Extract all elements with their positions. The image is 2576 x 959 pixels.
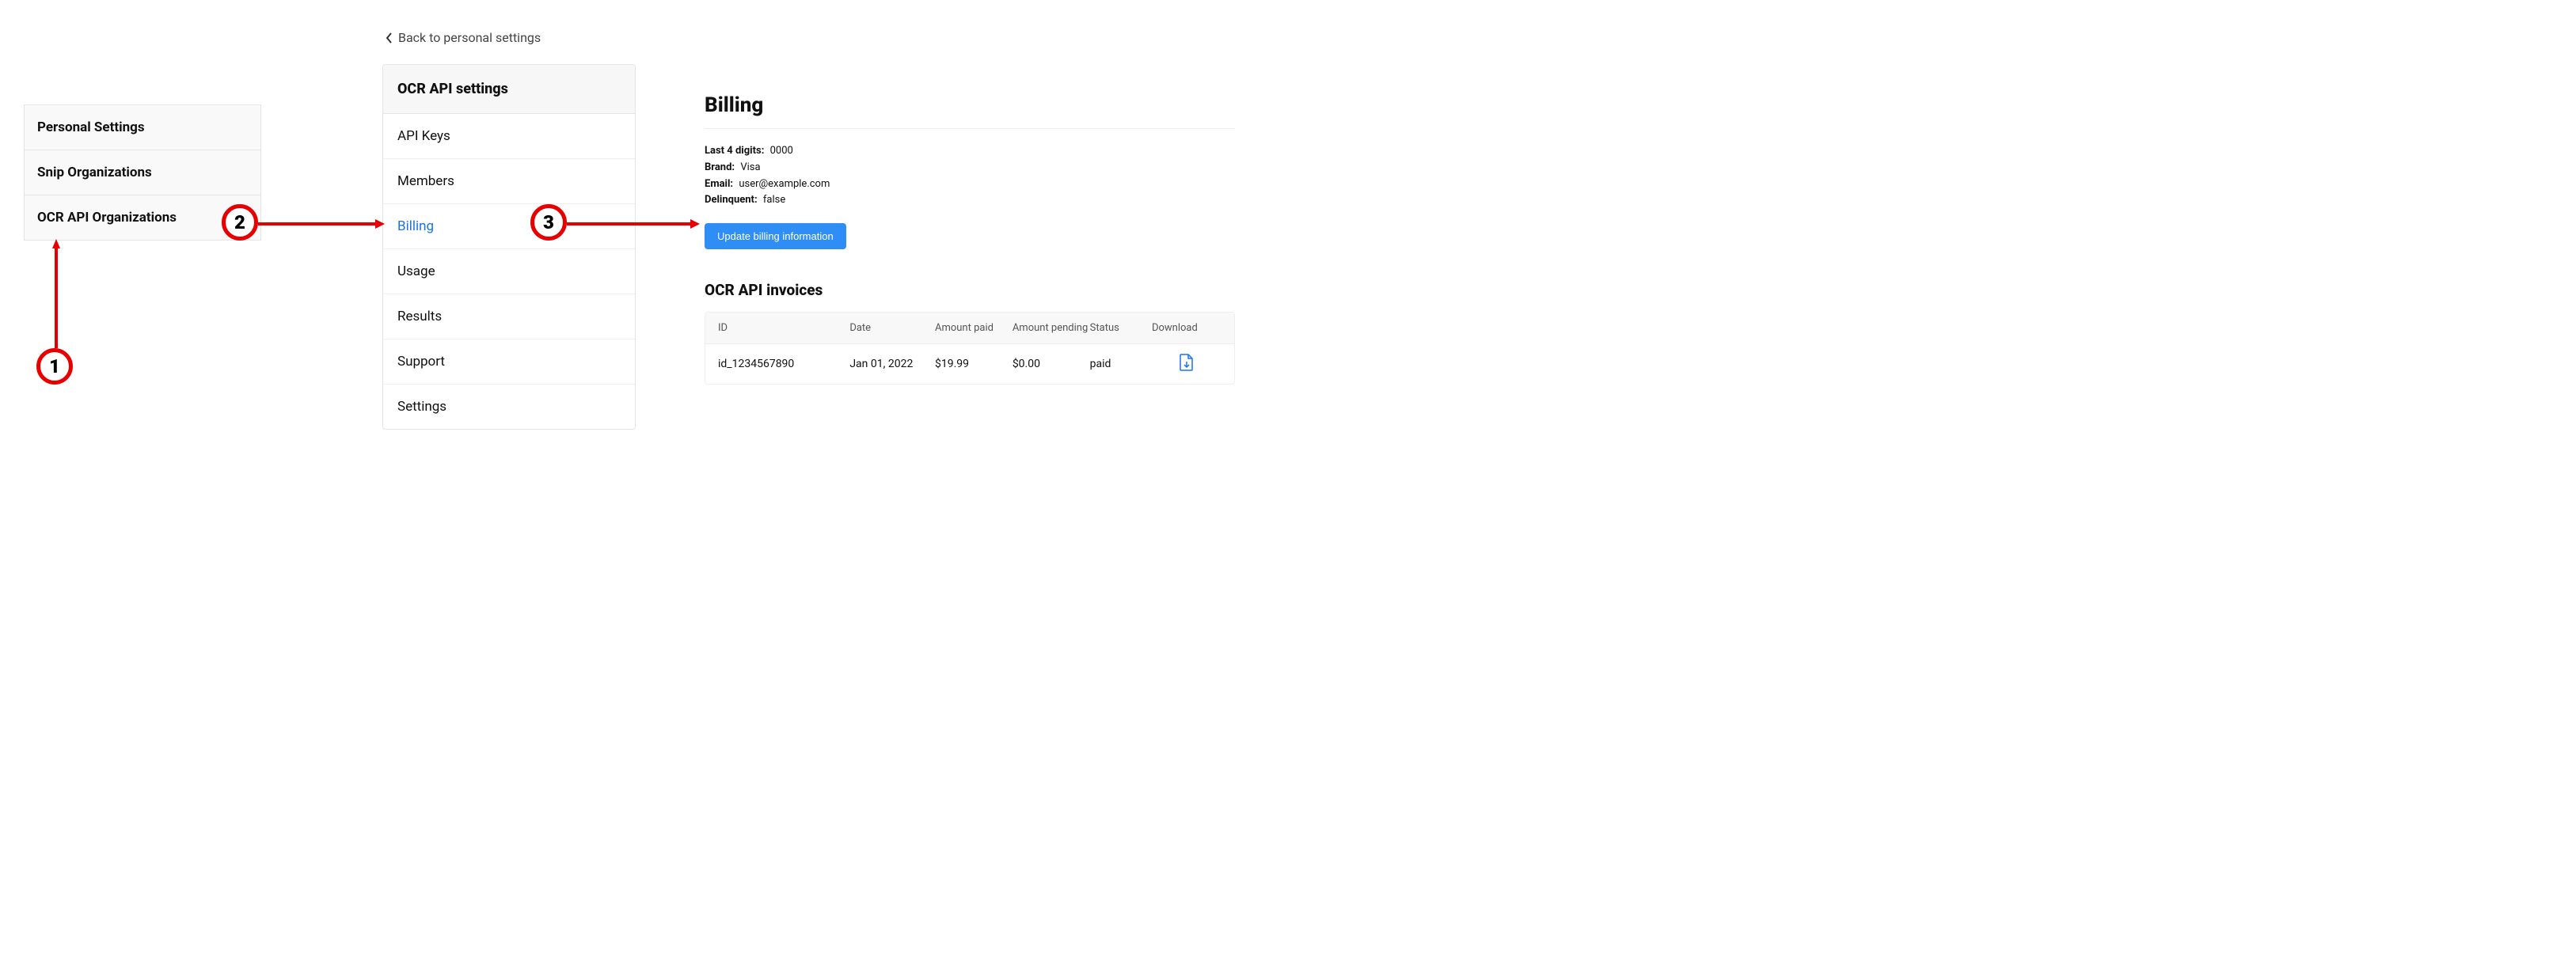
arrow-3 — [567, 218, 700, 229]
invoice-id: id_1234567890 — [718, 358, 849, 370]
chevron-left-icon — [386, 32, 393, 44]
step-3-badge: 3 — [530, 204, 567, 241]
back-to-personal-settings-link[interactable]: Back to personal settings — [382, 30, 541, 45]
col-id: ID — [718, 322, 849, 334]
ocr-api-settings-header: OCR API settings — [383, 65, 635, 114]
invoices-title: OCR API invoices — [705, 281, 1235, 299]
col-status: Status — [1090, 322, 1152, 334]
billing-panel: Billing Last 4 digits: 0000 Brand: Visa … — [705, 93, 1235, 385]
sidebar-item-usage[interactable]: Usage — [383, 249, 635, 294]
billing-title: Billing — [705, 93, 1235, 117]
brand-value: Visa — [740, 161, 760, 173]
step-1-badge: 1 — [36, 348, 73, 385]
billing-info: Last 4 digits: 0000 Brand: Visa Email: u… — [705, 143, 1235, 209]
sidebar-item-api-keys[interactable]: API Keys — [383, 114, 635, 159]
arrow-1 — [52, 239, 60, 348]
back-link-label: Back to personal settings — [398, 30, 541, 45]
last4-value: 0000 — [770, 145, 793, 157]
update-billing-button[interactable]: Update billing information — [705, 223, 846, 249]
brand-label: Brand: — [705, 160, 735, 176]
email-value: user@example.com — [739, 178, 830, 190]
sidebar-item-snip-organizations[interactable]: Snip Organizations — [25, 150, 260, 195]
sidebar-item-support[interactable]: Support — [383, 339, 635, 385]
sidebar-item-personal-settings[interactable]: Personal Settings — [25, 105, 260, 150]
invoices-table: ID Date Amount paid Amount pending Statu… — [705, 312, 1235, 385]
invoice-amount-paid: $19.99 — [935, 358, 1013, 370]
invoice-row: id_1234567890 Jan 01, 2022 $19.99 $0.00 … — [705, 344, 1234, 384]
step-2-badge: 2 — [222, 204, 258, 241]
delinquent-label: Delinquent: — [705, 192, 758, 209]
arrow-2 — [258, 218, 385, 229]
divider — [705, 128, 1235, 129]
delinquent-value: false — [763, 194, 785, 206]
col-amount-pending: Amount pending — [1013, 322, 1090, 334]
sidebar-item-results[interactable]: Results — [383, 294, 635, 339]
invoices-header-row: ID Date Amount paid Amount pending Statu… — [705, 313, 1234, 344]
invoice-date: Jan 01, 2022 — [849, 358, 935, 370]
col-date: Date — [849, 322, 935, 334]
ocr-api-settings-sidebar: OCR API settings API Keys Members Billin… — [382, 64, 636, 430]
col-amount-paid: Amount paid — [935, 322, 1013, 334]
download-pdf-icon[interactable] — [1180, 354, 1194, 371]
col-download: Download — [1152, 322, 1222, 334]
sidebar-item-settings[interactable]: Settings — [383, 385, 635, 429]
invoice-status: paid — [1090, 358, 1152, 370]
last4-label: Last 4 digits: — [705, 143, 764, 160]
email-label: Email: — [705, 176, 733, 193]
sidebar-item-members[interactable]: Members — [383, 159, 635, 204]
invoice-amount-pending: $0.00 — [1013, 358, 1090, 370]
